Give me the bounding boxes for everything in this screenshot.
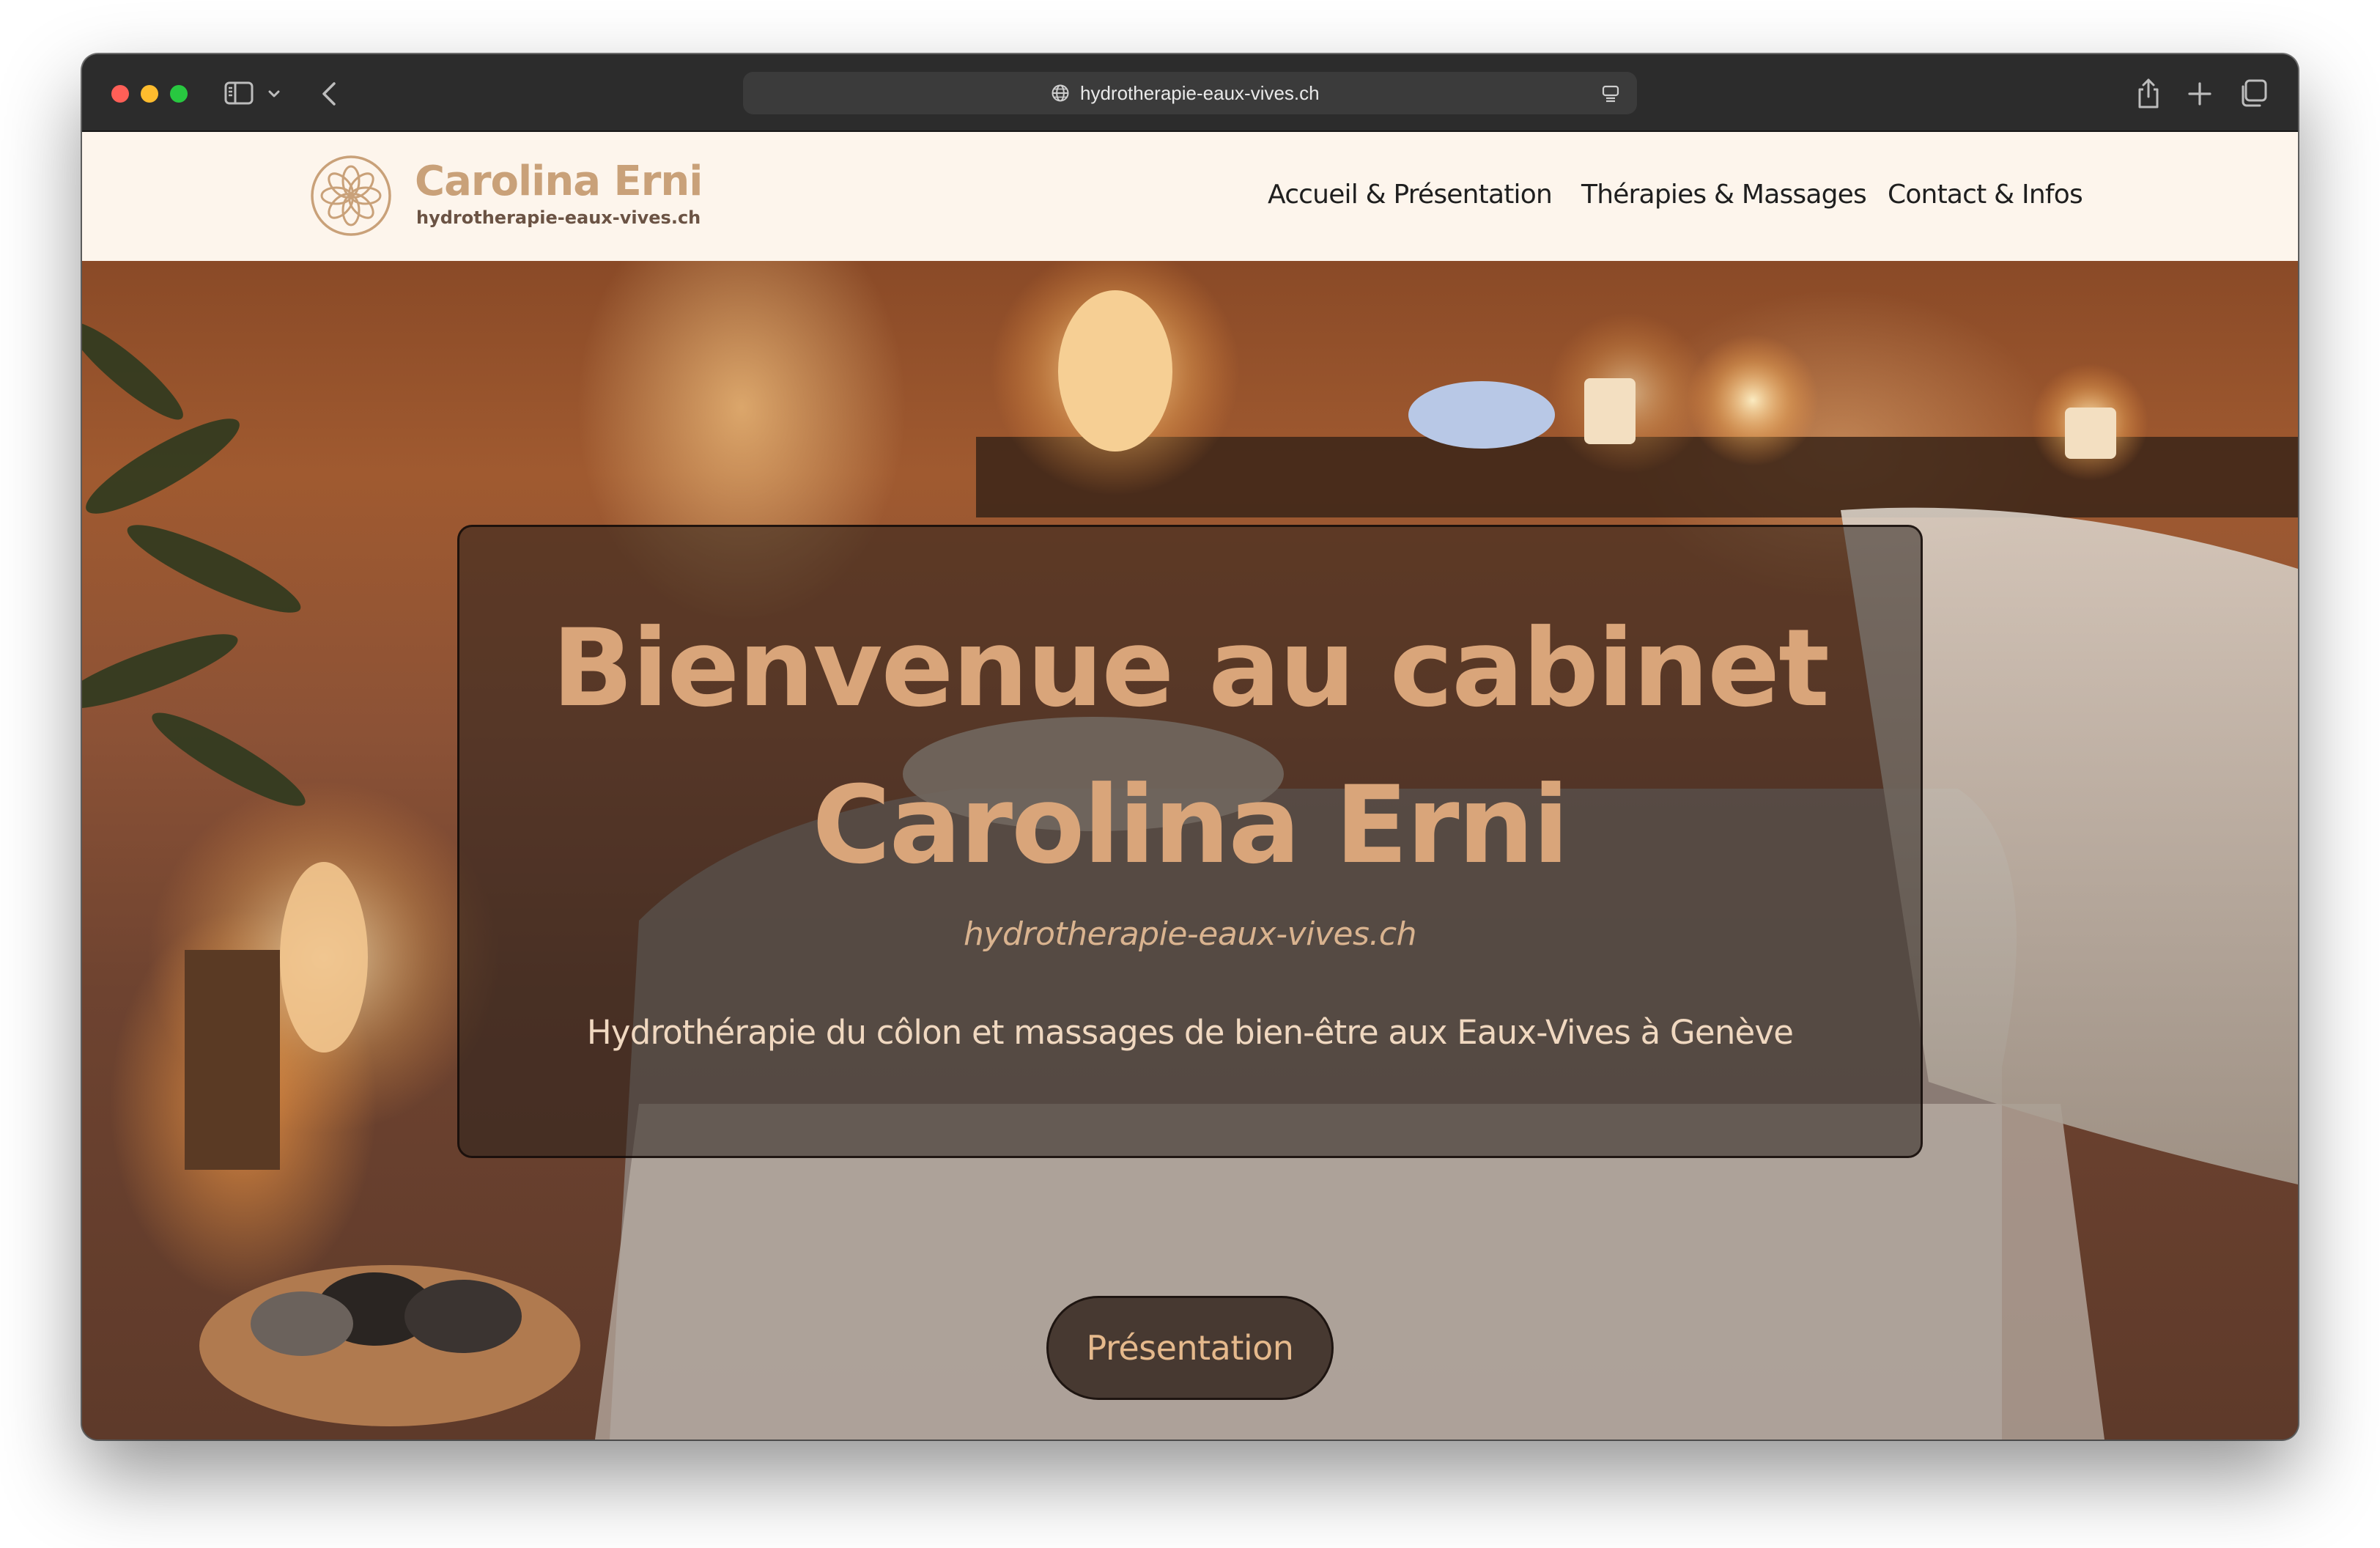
- nav-link-contact[interactable]: Contact & Infos: [1888, 176, 2083, 214]
- hero-subtitle: hydrotherapie-eaux-vives.ch: [964, 915, 1416, 953]
- new-tab-plus-icon[interactable]: [2185, 79, 2214, 108]
- minimize-window-button[interactable]: [141, 85, 158, 103]
- flower-logo-icon[interactable]: [309, 154, 393, 237]
- hero-title: Bienvenue au cabinet Carolina Erni: [459, 590, 1921, 904]
- hero-title-line-1: Bienvenue au cabinet: [552, 606, 1830, 731]
- nav-link-therapies[interactable]: Thérapies & Massages: [1581, 176, 1867, 214]
- tab-overview-icon[interactable]: [2238, 78, 2269, 108]
- hero-tagline: Hydrothérapie du côlon et massages de bi…: [586, 1013, 1794, 1052]
- brand-domain[interactable]: hydrotherapie-eaux-vives.ch: [416, 207, 701, 229]
- globe-icon: [1052, 84, 1069, 102]
- url-text[interactable]: hydrotherapie-eaux-vives.ch: [1080, 82, 1320, 104]
- hero-overlay-card: Bienvenue au cabinet Carolina Erni hydro…: [457, 525, 1923, 1158]
- web-page: Carolina Erni hydrotherapie-eaux-vives.c…: [82, 132, 2298, 1440]
- back-icon[interactable]: [317, 79, 343, 108]
- close-window-button[interactable]: [111, 85, 129, 103]
- browser-window: hydrotherapie-eaux-vives.ch Carolina Ern…: [82, 54, 2298, 1440]
- share-icon[interactable]: [2134, 75, 2163, 111]
- sidebar-toggle-icon[interactable]: [224, 81, 254, 106]
- zoom-window-button[interactable]: [170, 85, 188, 103]
- brand-name[interactable]: Carolina Erni: [415, 158, 703, 205]
- hero-title-line-2: Carolina Erni: [812, 763, 1569, 888]
- reader-mode-icon[interactable]: [1600, 84, 1621, 104]
- hero-section: Bienvenue au cabinet Carolina Erni hydro…: [82, 261, 2298, 1440]
- browser-toolbar: hydrotherapie-eaux-vives.ch: [82, 54, 2298, 132]
- site-header: Carolina Erni hydrotherapie-eaux-vives.c…: [82, 132, 2298, 261]
- nav-link-accueil[interactable]: Accueil & Présentation: [1268, 176, 1553, 214]
- presentation-button[interactable]: Présentation: [1046, 1296, 1334, 1400]
- address-bar[interactable]: hydrotherapie-eaux-vives.ch: [743, 72, 1637, 114]
- chevron-down-icon[interactable]: [267, 86, 281, 101]
